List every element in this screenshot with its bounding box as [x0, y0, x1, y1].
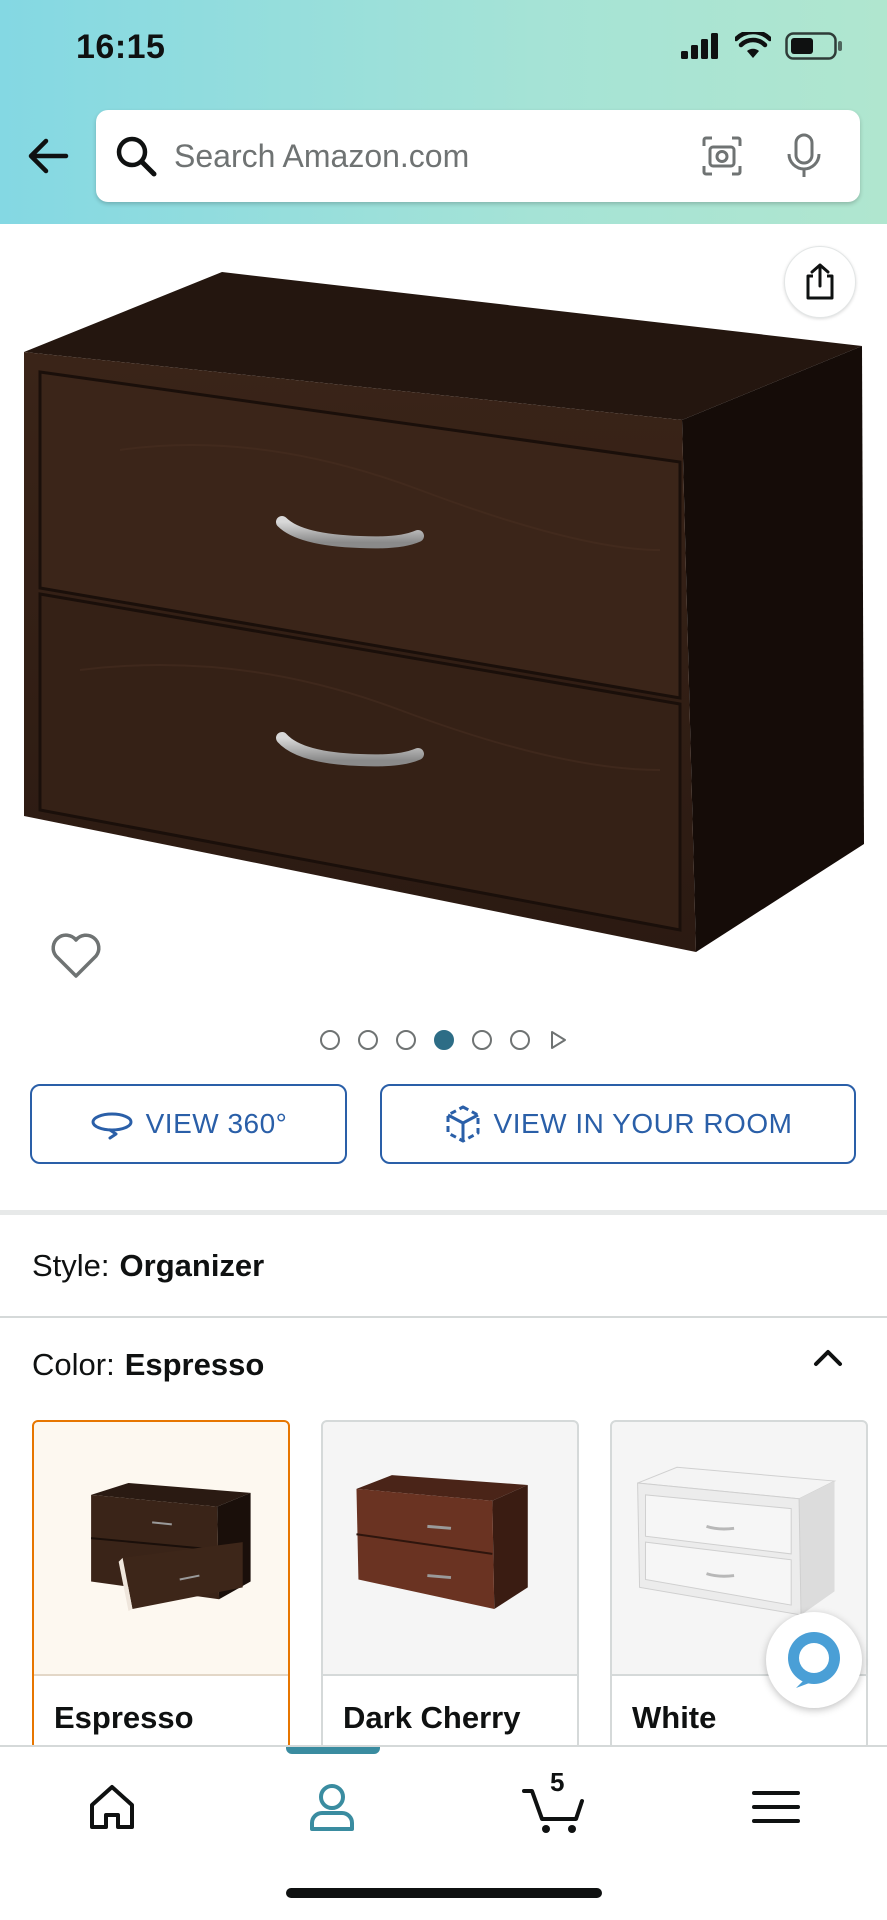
- header: 16:15: [0, 0, 887, 224]
- product-image[interactable]: [0, 250, 887, 970]
- heart-icon[interactable]: [48, 928, 104, 984]
- carousel-dot[interactable]: [395, 1030, 416, 1050]
- alexa-chat-button[interactable]: [766, 1612, 862, 1708]
- carousel-dot-active[interactable]: [433, 1030, 454, 1050]
- status-icons: [681, 32, 843, 60]
- signal-icon: [681, 33, 718, 59]
- active-tab-indicator: [286, 1747, 380, 1754]
- color-selector[interactable]: Color: Espresso: [32, 1347, 264, 1383]
- carousel-dots: [0, 1030, 887, 1050]
- carousel-dot[interactable]: [471, 1030, 492, 1050]
- account-icon[interactable]: [302, 1777, 362, 1837]
- color-swatch-dark-cherry[interactable]: Dark Cherry: [321, 1420, 579, 1750]
- ar-cube-icon: [446, 1105, 480, 1143]
- search-icon: [116, 136, 157, 177]
- view-360-button[interactable]: VIEW 360°: [30, 1084, 347, 1164]
- cart-button[interactable]: 5: [520, 1767, 590, 1837]
- cart-count: 5: [550, 1767, 565, 1797]
- row-divider: [0, 1316, 887, 1318]
- microphone-icon[interactable]: [782, 132, 826, 180]
- status-time: 16:15: [76, 28, 166, 66]
- carousel-dot[interactable]: [357, 1030, 378, 1050]
- view-in-room-button[interactable]: VIEW IN YOUR ROOM: [380, 1084, 856, 1164]
- home-indicator: [286, 1888, 602, 1898]
- back-arrow-icon[interactable]: [22, 130, 74, 182]
- home-icon[interactable]: [82, 1777, 142, 1837]
- search-bar[interactable]: [96, 110, 860, 202]
- view-in-room-label: VIEW IN YOUR ROOM: [493, 1108, 793, 1139]
- color-label: Color:: [32, 1347, 115, 1382]
- carousel-dot[interactable]: [509, 1030, 530, 1050]
- color-value: Espresso: [124, 1347, 265, 1382]
- color-swatch-espresso[interactable]: Espresso: [32, 1420, 290, 1750]
- chevron-up-icon[interactable]: [808, 1338, 848, 1378]
- swatch-label: Espresso: [54, 1700, 194, 1735]
- wifi-icon: [735, 32, 771, 58]
- view-360-label: VIEW 360°: [145, 1108, 288, 1139]
- style-selector: Style: Organizer: [32, 1248, 264, 1284]
- alexa-icon: [788, 1632, 840, 1688]
- style-label: Style:: [32, 1248, 110, 1283]
- style-value: Organizer: [119, 1248, 265, 1283]
- section-divider: [0, 1210, 887, 1215]
- swatch-label: White: [632, 1700, 717, 1735]
- battery-icon: [785, 32, 842, 60]
- camera-search-icon[interactable]: [700, 134, 744, 178]
- play-video-icon[interactable]: [548, 1030, 568, 1050]
- carousel-dot[interactable]: [319, 1030, 340, 1050]
- rotate-360-icon: [91, 1112, 133, 1140]
- share-icon: [806, 263, 834, 300]
- search-input[interactable]: [174, 137, 654, 175]
- swatch-label: Dark Cherry: [343, 1700, 521, 1735]
- swatch-thumbnail: [91, 1483, 251, 1612]
- menu-icon[interactable]: [746, 1777, 806, 1837]
- swatch-thumbnail: [356, 1475, 528, 1610]
- share-button[interactable]: [784, 246, 856, 318]
